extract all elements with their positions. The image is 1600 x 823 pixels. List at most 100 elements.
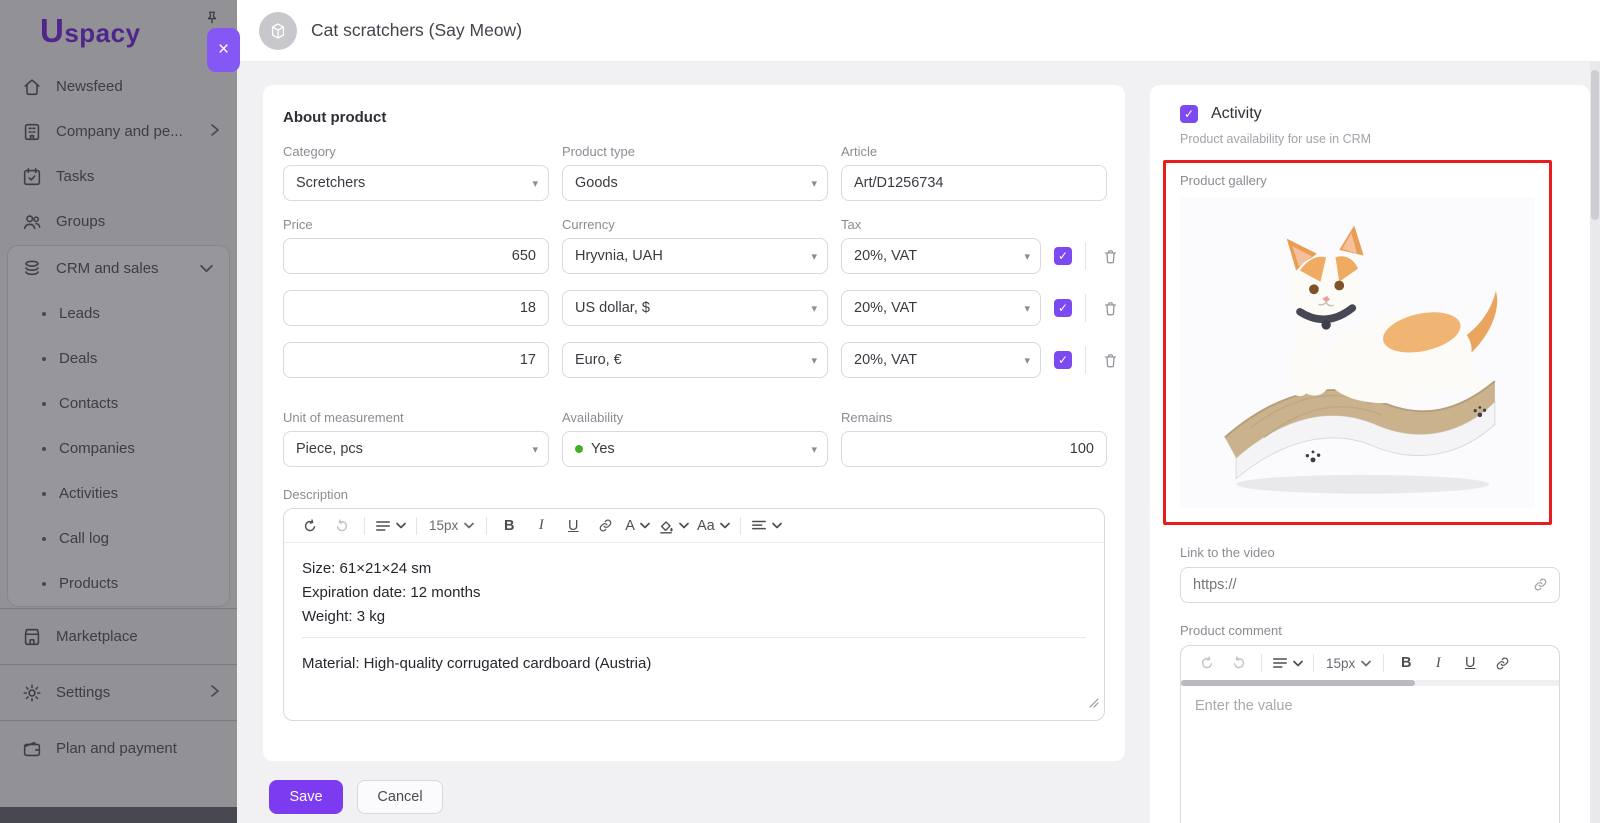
tax-value: 20%, VAT xyxy=(854,248,917,264)
tax-select-2[interactable]: 20%, VAT ▾ xyxy=(841,290,1041,326)
line-height-icon xyxy=(1272,656,1288,670)
italic-button[interactable]: I xyxy=(529,514,553,538)
delete-price-button-3[interactable] xyxy=(1085,346,1119,374)
select-caret-icon: ▾ xyxy=(1024,302,1030,315)
video-link-input[interactable] xyxy=(1180,567,1560,603)
resize-handle-icon[interactable] xyxy=(1089,692,1099,716)
cat-scratcher-photo xyxy=(1193,203,1523,503)
scrollbar-thumb[interactable] xyxy=(1591,70,1599,220)
select-caret-icon: ▾ xyxy=(811,177,817,190)
bold-button[interactable]: B xyxy=(1394,651,1418,675)
activity-checkbox[interactable]: ✓ xyxy=(1180,105,1198,123)
select-caret-icon: ▾ xyxy=(1024,354,1030,367)
line-height-select[interactable] xyxy=(375,514,406,538)
chevron-down-icon xyxy=(772,522,782,529)
redo-button[interactable] xyxy=(330,514,354,538)
undo-icon xyxy=(302,518,318,534)
unit-label: Unit of measurement xyxy=(283,410,549,425)
link-button[interactable] xyxy=(1490,651,1514,675)
currency-select-1[interactable]: Hryvnia, UAH ▾ xyxy=(562,238,828,274)
undo-button[interactable] xyxy=(1195,651,1219,675)
delete-price-button-1[interactable] xyxy=(1085,242,1119,270)
tax-select-1[interactable]: 20%, VAT ▾ xyxy=(841,238,1041,274)
toolbar-separator xyxy=(740,517,741,535)
price-active-checkbox-2[interactable]: ✓ xyxy=(1054,299,1072,317)
product-comment-label: Product comment xyxy=(1180,623,1560,638)
save-button[interactable]: Save xyxy=(269,780,343,814)
link-icon xyxy=(1532,576,1549,598)
font-size-select[interactable]: 15px xyxy=(1326,656,1371,671)
redo-button[interactable] xyxy=(1227,651,1251,675)
italic-button[interactable]: I xyxy=(1426,651,1450,675)
description-divider xyxy=(302,637,1086,638)
video-link-label: Link to the video xyxy=(1180,545,1560,560)
undo-icon xyxy=(1199,655,1215,671)
font-size-select[interactable]: 15px xyxy=(429,518,474,533)
form-actions: Save Cancel xyxy=(269,780,443,814)
tax-label: Tax xyxy=(841,217,1041,232)
price-row: Hryvnia, UAH ▾ 20%, VAT ▾ ✓ xyxy=(283,238,1105,274)
tax-select-3[interactable]: 20%, VAT ▾ xyxy=(841,342,1041,378)
product-comment-input[interactable] xyxy=(1181,686,1559,816)
select-caret-icon: ▾ xyxy=(1024,250,1030,263)
remains-input[interactable] xyxy=(841,431,1107,467)
line-height-select[interactable] xyxy=(1272,651,1303,675)
price-input-3[interactable] xyxy=(283,342,549,378)
price-input-2[interactable] xyxy=(283,290,549,326)
highlight-color-select[interactable] xyxy=(658,514,689,538)
undo-button[interactable] xyxy=(298,514,322,538)
underline-button[interactable]: U xyxy=(561,514,585,538)
availability-value: Yes xyxy=(591,441,615,457)
tax-value: 20%, VAT xyxy=(854,300,917,316)
product-type-label: Product type xyxy=(562,144,828,159)
close-icon: × xyxy=(218,39,229,61)
font-color-glyph: A xyxy=(625,518,635,534)
price-active-checkbox-1[interactable]: ✓ xyxy=(1054,247,1072,265)
check-icon: ✓ xyxy=(1184,107,1194,121)
currency-select-3[interactable]: Euro, € ▾ xyxy=(562,342,828,378)
price-label: Price xyxy=(283,217,549,232)
price-active-checkbox-3[interactable]: ✓ xyxy=(1054,351,1072,369)
link-button[interactable] xyxy=(593,514,617,538)
price-input-1[interactable] xyxy=(283,238,549,274)
product-gallery-label: Product gallery xyxy=(1180,173,1535,188)
description-line: Expiration date: 12 months xyxy=(302,581,1086,605)
about-product-card: About product Category Product type Arti… xyxy=(263,85,1125,761)
remains-label: Remains xyxy=(841,410,1107,425)
vertical-scrollbar[interactable] xyxy=(1590,62,1600,823)
description-text[interactable]: Size: 61×21×24 sm Expiration date: 12 mo… xyxy=(284,543,1104,720)
bold-button[interactable]: B xyxy=(497,514,521,538)
chevron-down-icon xyxy=(464,522,474,529)
cube-icon xyxy=(268,21,288,41)
select-caret-icon: ▾ xyxy=(811,250,817,263)
text-style-select[interactable]: Aa xyxy=(697,514,730,538)
redo-icon xyxy=(334,518,350,534)
description-toolbar: 15px B I U A xyxy=(284,509,1104,543)
product-type-select[interactable]: Goods ▾ xyxy=(562,165,828,201)
chevron-down-icon xyxy=(1361,660,1371,667)
activity-helper-text: Product availability for use in CRM xyxy=(1180,132,1560,146)
link-icon xyxy=(597,517,614,534)
category-select[interactable]: Scretchers ▾ xyxy=(283,165,549,201)
align-select[interactable] xyxy=(751,514,782,538)
article-input[interactable] xyxy=(841,165,1107,201)
availability-select[interactable]: Yes ▾ xyxy=(562,431,828,467)
app-root: Uspacy Newsfeed Company and pe... xyxy=(0,0,1600,823)
line-height-icon xyxy=(375,519,391,533)
description-editor: 15px B I U A xyxy=(283,508,1105,721)
select-caret-icon: ▾ xyxy=(811,302,817,315)
cancel-button[interactable]: Cancel xyxy=(357,780,443,814)
font-color-select[interactable]: A xyxy=(625,514,650,538)
delete-price-button-2[interactable] xyxy=(1085,294,1119,322)
currency-select-2[interactable]: US dollar, $ ▾ xyxy=(562,290,828,326)
close-sidebar-button[interactable]: × xyxy=(207,28,240,72)
select-caret-icon: ▾ xyxy=(532,443,538,456)
video-link-field xyxy=(1180,567,1560,603)
currency-value: Euro, € xyxy=(575,352,622,368)
underline-button[interactable]: U xyxy=(1458,651,1482,675)
font-size-value: 15px xyxy=(1326,656,1355,671)
modal-header: Cat scratchers (Say Meow) xyxy=(237,0,1600,62)
currency-value: US dollar, $ xyxy=(575,300,650,316)
product-gallery-image[interactable] xyxy=(1180,197,1535,508)
unit-select[interactable]: Piece, pcs ▾ xyxy=(283,431,549,467)
